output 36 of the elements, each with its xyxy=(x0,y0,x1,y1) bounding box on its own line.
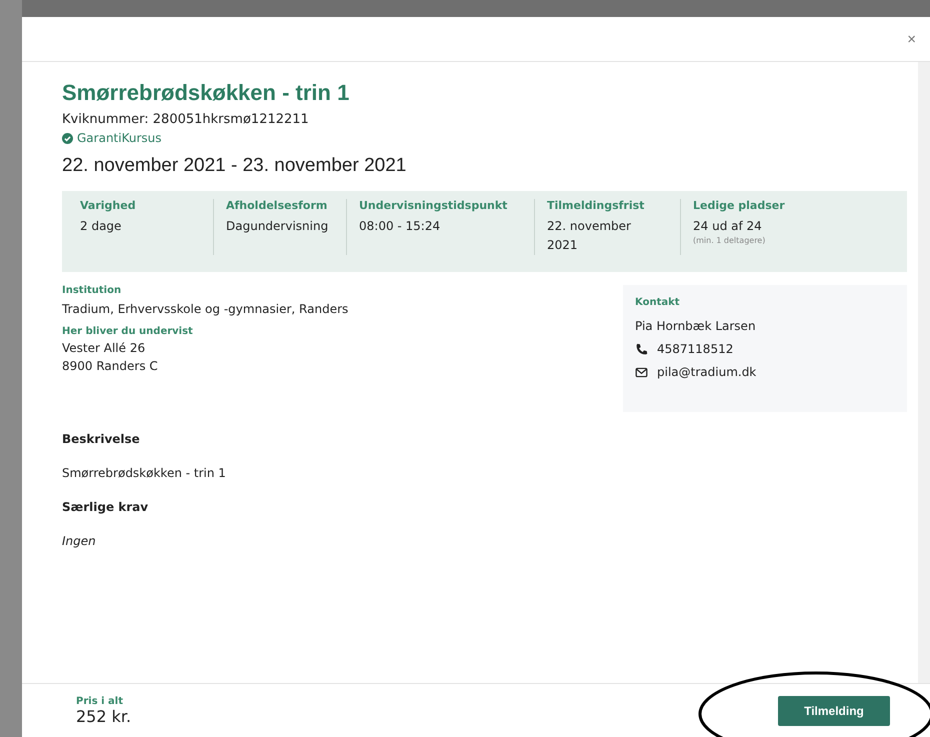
scrollbar[interactable] xyxy=(918,62,930,683)
guarantee-label: GarantiKursus xyxy=(77,131,162,145)
course-number: Kviknummer: 280051hkrsmø1212211 xyxy=(62,112,310,127)
price-label: Pris i alt xyxy=(76,696,124,706)
course-title: Smørrebrødskøkken - trin 1 xyxy=(62,80,350,106)
location-label: Her bliver du undervist xyxy=(62,326,194,337)
envelope-icon xyxy=(635,366,648,378)
section-heading: Beskrivelse xyxy=(62,432,141,446)
fact-label: Varighed xyxy=(80,199,137,212)
fact-value: 08:00 - 15:24 xyxy=(359,218,442,235)
contact-email: pila@tradium.dk xyxy=(657,365,756,379)
course-dates: 22. november 2021 - 23. november 2021 xyxy=(62,155,408,177)
fact-value: 22. november 2021 xyxy=(547,218,632,254)
fact-value: 24 ud af 24 xyxy=(693,218,763,235)
fact-label: Ledige pladser xyxy=(693,199,785,212)
signup-button[interactable]: Tilmelding xyxy=(778,696,890,726)
fact-value: 2 dage xyxy=(80,218,122,235)
address-line: 8900 Randers C xyxy=(62,359,159,373)
contact-phone: 4587118512 xyxy=(657,342,734,356)
address-line: Vester Allé 26 xyxy=(62,341,146,355)
check-circle-icon xyxy=(62,132,73,144)
contact-name: Pia Hornbæk Larsen xyxy=(635,319,757,333)
fact-value: Dagundervisning xyxy=(226,218,330,235)
close-button[interactable]: × xyxy=(903,28,920,50)
fact-label: Undervisningstidspunkt xyxy=(359,199,508,212)
institution-name: Tradium, Erhvervsskole og -gymnasier, Randers xyxy=(62,302,348,316)
section-text: Smørrebrødskøkken - trin 1 xyxy=(62,466,227,480)
fact-label: Afholdelsesform xyxy=(226,199,328,212)
section-text: Ingen xyxy=(62,534,97,548)
section-heading: Særlige krav xyxy=(62,500,150,514)
phone-icon xyxy=(635,342,648,356)
fact-label: Tilmeldingsfrist xyxy=(547,199,646,212)
price-value: 252 kr. xyxy=(76,706,132,726)
fact-note: (min. 1 deltagere) xyxy=(693,236,766,245)
contact-label: Kontakt xyxy=(635,297,681,308)
institution-label: Institution xyxy=(62,285,122,296)
